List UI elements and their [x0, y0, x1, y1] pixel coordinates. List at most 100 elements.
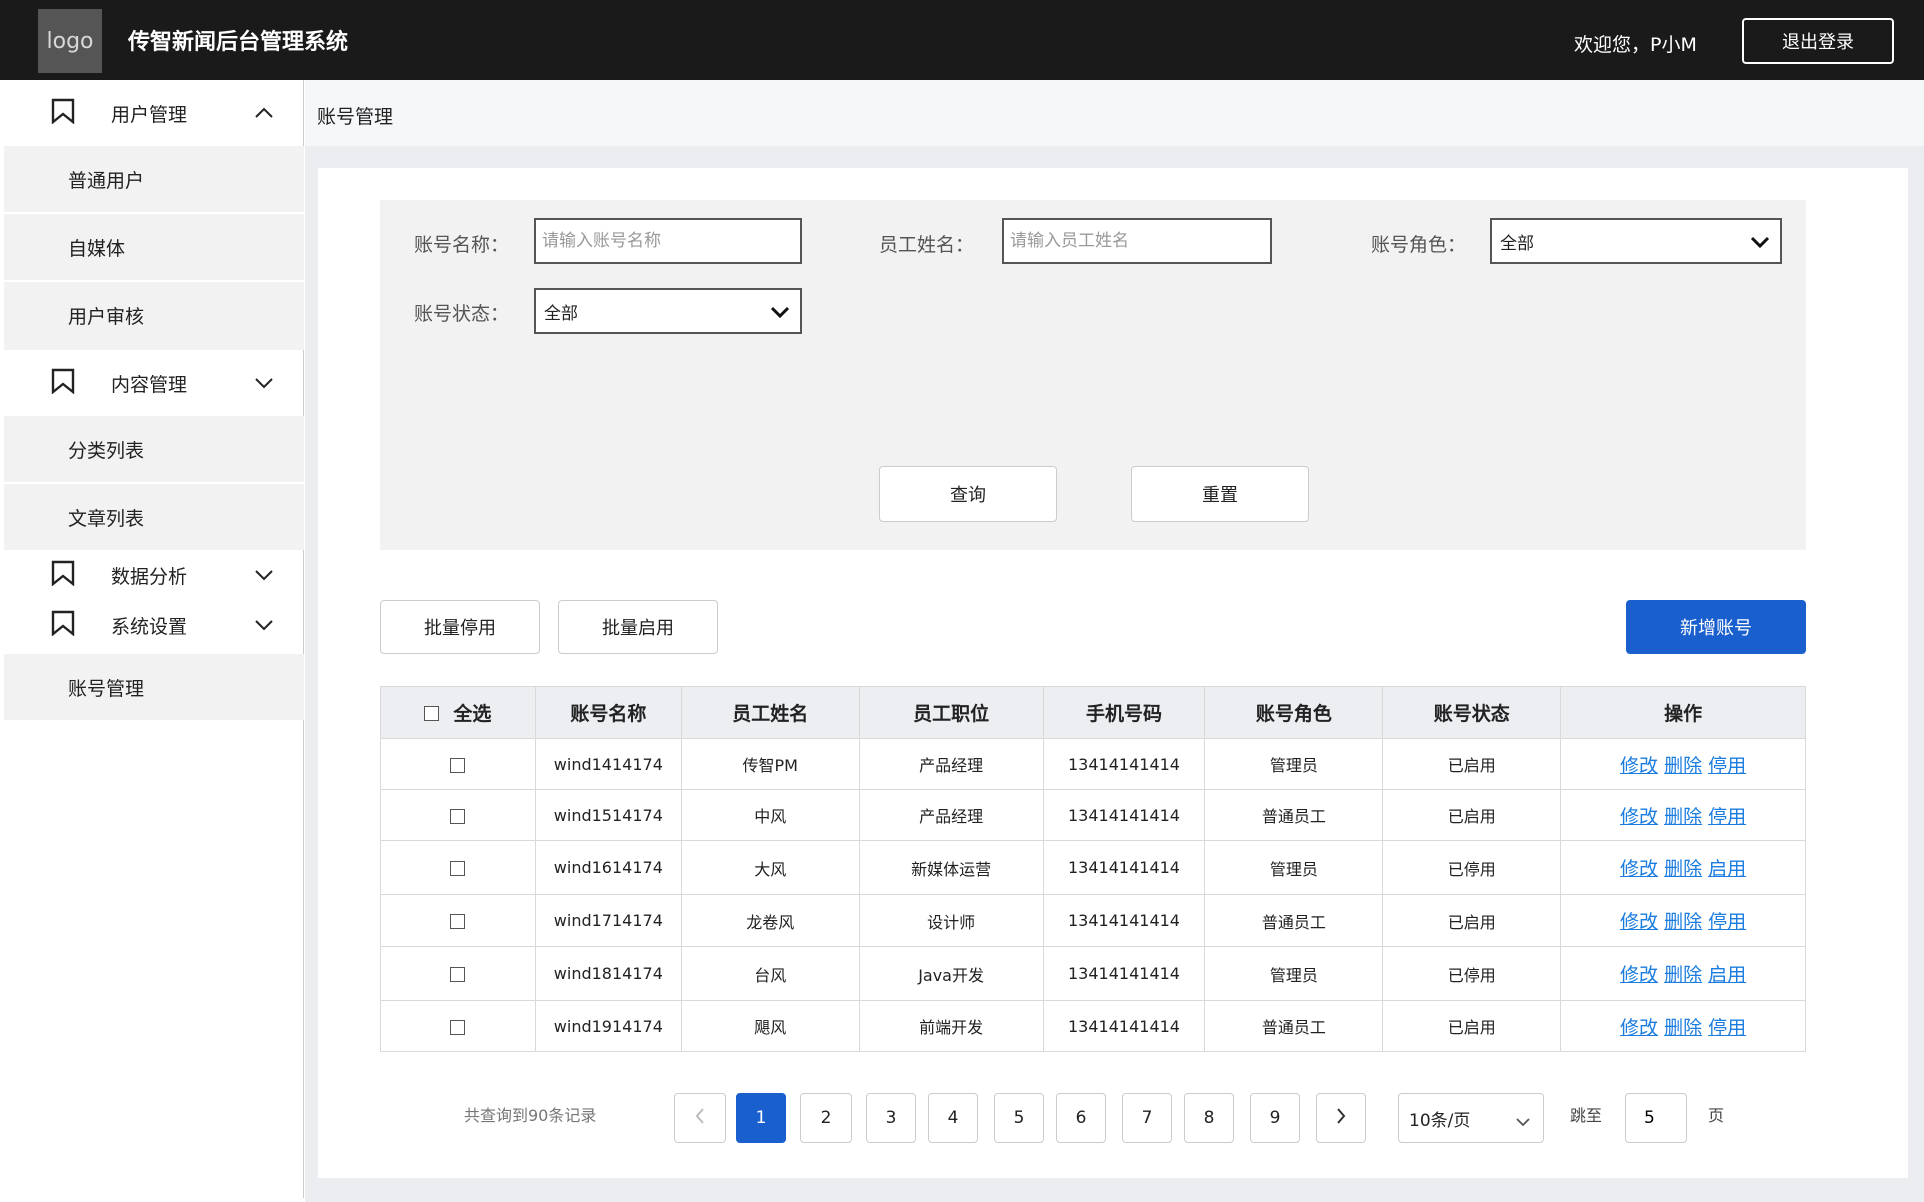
account-role-select[interactable]: 全部 [1490, 218, 1782, 264]
query-button[interactable]: 查询 [879, 466, 1057, 522]
select-all-header: 全选 [380, 686, 536, 739]
breadcrumb: 账号管理 [317, 106, 394, 128]
role-cell: 管理员 [1204, 946, 1384, 1001]
sidebar-group-data-analysis[interactable]: 数据分析 [4, 550, 304, 600]
sidebar: 用户管理 普通用户 自媒体 用户审核 内容管理 分类列表 文章列表 数据分析 系… [4, 80, 304, 1198]
role-cell: 管理员 [1204, 738, 1384, 790]
phone-cell: 13414141414 [1042, 840, 1206, 895]
toggle-status-link[interactable]: 启用 [1708, 964, 1746, 986]
sidebar-item-account-management[interactable]: 账号管理 [4, 654, 304, 720]
sidebar-item-article-list[interactable]: 文章列表 [4, 484, 304, 550]
delete-link[interactable]: 删除 [1664, 806, 1702, 828]
page-button[interactable]: 1 [736, 1093, 786, 1143]
toggle-status-link[interactable]: 停用 [1708, 911, 1746, 933]
employee-name-cell: 中风 [680, 789, 860, 841]
edit-link[interactable]: 修改 [1620, 964, 1658, 986]
row-checkbox[interactable] [450, 861, 466, 876]
page-size-select[interactable]: 10条/页 [1398, 1093, 1544, 1143]
account-status-select[interactable]: 全部 [534, 288, 802, 334]
delete-link[interactable]: 删除 [1664, 964, 1702, 986]
page-button[interactable]: 4 [928, 1093, 978, 1143]
prev-page-button[interactable] [674, 1093, 726, 1143]
account-name-cell: wind1814174 [534, 946, 682, 1001]
row-checkbox[interactable] [450, 808, 466, 824]
phone-cell: 13414141414 [1042, 738, 1206, 790]
toggle-status-link[interactable]: 启用 [1708, 858, 1746, 880]
row-checkbox[interactable] [450, 914, 466, 929]
toggle-status-link[interactable]: 停用 [1708, 806, 1746, 828]
toggle-status-link[interactable]: 停用 [1708, 755, 1746, 777]
role-cell: 普通员工 [1204, 894, 1384, 947]
page-button[interactable]: 7 [1122, 1093, 1172, 1143]
employee-name-input[interactable] [1002, 218, 1272, 264]
sidebar-item-regular-users[interactable]: 普通用户 [4, 146, 304, 212]
phone-cell: 13414141414 [1042, 1000, 1206, 1052]
select-all-label: 全选 [453, 703, 492, 725]
page-button[interactable]: 3 [866, 1093, 916, 1143]
page-button[interactable]: 8 [1184, 1093, 1234, 1143]
row-select-cell [380, 738, 536, 790]
row-checkbox[interactable] [450, 757, 466, 773]
account-role-value: 全部 [1500, 233, 1534, 254]
phone-cell: 13414141414 [1042, 894, 1206, 947]
delete-link[interactable]: 删除 [1664, 755, 1702, 777]
sidebar-group-label: 系统设置 [111, 615, 188, 638]
actions-cell: 修改 删除 停用 [1560, 738, 1806, 790]
toggle-status-link[interactable]: 停用 [1708, 1017, 1746, 1039]
page-button[interactable]: 5 [994, 1093, 1044, 1143]
employee-name-cell: 飓风 [680, 1000, 860, 1052]
page-button[interactable]: 6 [1056, 1093, 1106, 1143]
next-page-button[interactable] [1316, 1093, 1366, 1143]
table-body: wind1414174 传智PM 产品经理 13414141414 管理员 已启用 修改 删除… [380, 738, 1806, 1052]
account-status-value: 全部 [544, 303, 578, 324]
chevron-up-icon [254, 103, 274, 124]
role-cell: 普通员工 [1204, 789, 1384, 841]
row-checkbox[interactable] [450, 1019, 466, 1035]
sidebar-submenu-content: 分类列表 文章列表 [4, 416, 304, 550]
sidebar-group-user-management[interactable]: 用户管理 [4, 80, 304, 146]
logout-button[interactable]: 退出登录 [1742, 18, 1894, 64]
select-all-checkbox[interactable] [424, 706, 440, 721]
employee-name-cell: 龙卷风 [680, 894, 860, 947]
reset-button[interactable]: 重置 [1131, 466, 1309, 522]
bookmark-icon [50, 560, 76, 591]
account-name-cell: wind1514174 [534, 789, 682, 841]
status-cell: 已停用 [1382, 840, 1562, 895]
top-bar: logo 传智新闻后台管理系统 欢迎您，P小M 退出登录 [0, 0, 1924, 80]
delete-link[interactable]: 删除 [1664, 911, 1702, 933]
edit-link[interactable]: 修改 [1620, 1017, 1658, 1039]
jump-page-input[interactable] [1625, 1093, 1687, 1143]
page-button[interactable]: 9 [1250, 1093, 1300, 1143]
role-cell: 管理员 [1204, 840, 1384, 895]
edit-link[interactable]: 修改 [1620, 911, 1658, 933]
add-account-button[interactable]: 新增账号 [1626, 600, 1806, 654]
row-checkbox[interactable] [450, 967, 466, 982]
jump-to-label: 跳至 [1570, 1106, 1603, 1125]
batch-enable-button[interactable]: 批量启用 [558, 600, 718, 654]
logo: logo [38, 9, 102, 73]
page-button[interactable]: 2 [800, 1093, 852, 1143]
account-name-cell: wind1914174 [534, 1000, 682, 1052]
sidebar-item-self-media[interactable]: 自媒体 [4, 214, 304, 280]
role-cell: 普通员工 [1204, 1000, 1384, 1052]
delete-link[interactable]: 删除 [1664, 858, 1702, 880]
sidebar-group-content-management[interactable]: 内容管理 [4, 350, 304, 416]
chevron-down-icon [1750, 234, 1770, 254]
account-name-input[interactable] [534, 218, 802, 264]
sidebar-group-label: 数据分析 [111, 565, 188, 588]
column-header: 员工姓名 [680, 686, 860, 739]
position-cell: Java开发 [858, 946, 1044, 1001]
actions-cell: 修改 删除 启用 [1560, 946, 1806, 1001]
batch-disable-button[interactable]: 批量停用 [380, 600, 540, 654]
column-header: 员工职位 [858, 686, 1044, 739]
sidebar-group-system-settings[interactable]: 系统设置 [4, 600, 304, 650]
edit-link[interactable]: 修改 [1620, 755, 1658, 777]
sidebar-item-user-review[interactable]: 用户审核 [4, 282, 304, 348]
table-row: wind1814174 台风 Java开发 13414141414 管理员 已停用 修改 删除… [380, 946, 1806, 1001]
edit-link[interactable]: 修改 [1620, 858, 1658, 880]
chevron-down-icon [770, 304, 790, 324]
sidebar-item-category-list[interactable]: 分类列表 [4, 416, 304, 482]
column-header: 操作 [1560, 686, 1806, 739]
delete-link[interactable]: 删除 [1664, 1017, 1702, 1039]
edit-link[interactable]: 修改 [1620, 806, 1658, 828]
